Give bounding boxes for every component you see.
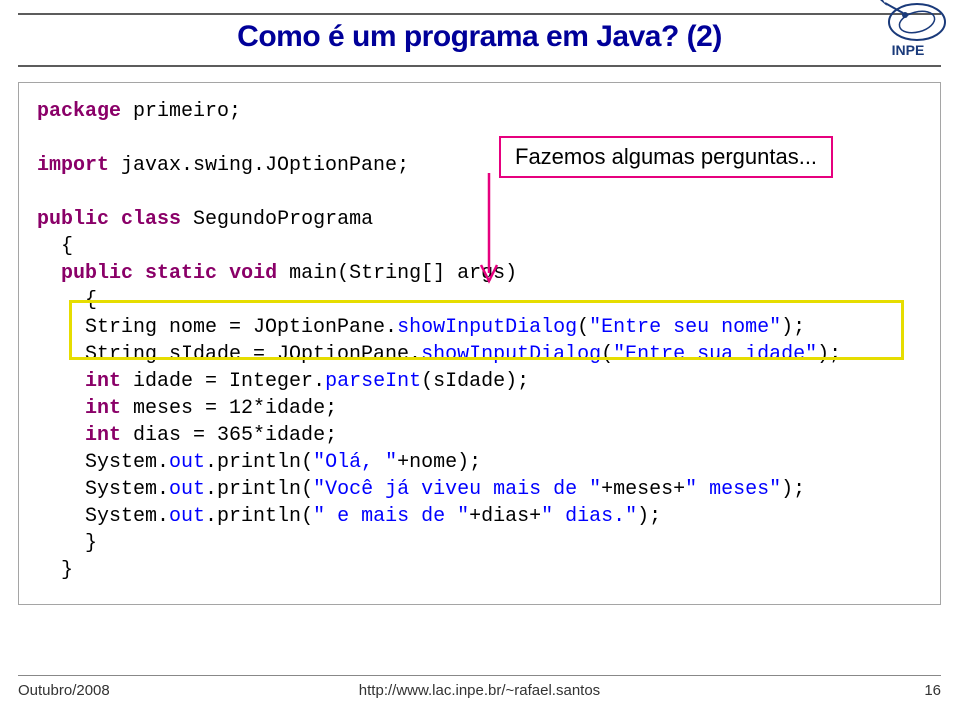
static-call: out	[169, 478, 205, 501]
code-text: );	[781, 316, 805, 339]
code-block: package primeiro; import javax.swing.JOp…	[18, 82, 941, 605]
footer: Outubro/2008 http://www.lac.inpe.br/~raf…	[18, 675, 941, 703]
code-text: {	[37, 289, 97, 312]
code-text: +meses+	[601, 478, 685, 501]
code-text: (sIdade);	[421, 370, 529, 393]
string-literal: "Entre seu nome"	[589, 316, 781, 339]
string-literal: " meses"	[685, 478, 781, 501]
keyword: int	[85, 424, 121, 447]
code-text: {	[37, 235, 73, 258]
string-literal: "Entre sua idade"	[613, 343, 817, 366]
code-text: );	[781, 478, 805, 501]
code-text: }	[37, 532, 97, 555]
string-literal: "Você já viveu mais de "	[313, 478, 601, 501]
keyword: import	[37, 154, 109, 177]
keyword: int	[85, 397, 121, 420]
string-literal: " dias."	[541, 505, 637, 528]
code-text: );	[817, 343, 841, 366]
keyword: class	[121, 208, 181, 231]
string-literal: " e mais de "	[313, 505, 469, 528]
code-text: String nome = JOptionPane.	[37, 316, 397, 339]
code-text: idade = Integer.	[121, 370, 325, 393]
code-text: (	[577, 316, 589, 339]
code-text: main(String[] args)	[277, 262, 517, 285]
keyword: public	[61, 262, 133, 285]
code-text: primeiro;	[121, 100, 241, 123]
static-call: out	[169, 505, 205, 528]
code-text: .println(	[205, 505, 313, 528]
annotation-text: Fazemos algumas perguntas...	[515, 144, 817, 169]
static-call: out	[169, 451, 205, 474]
title-underline	[18, 65, 941, 67]
code-text: dias = 365*idade;	[121, 424, 337, 447]
code-text: javax.swing.JOptionPane;	[109, 154, 409, 177]
static-call: showInputDialog	[421, 343, 601, 366]
code-text: (	[601, 343, 613, 366]
code-text: }	[37, 559, 73, 582]
code-text: );	[637, 505, 661, 528]
top-divider	[18, 13, 941, 15]
annotation-callout: Fazemos algumas perguntas...	[499, 136, 833, 178]
code-text: +dias+	[469, 505, 541, 528]
code-text: SegundoPrograma	[181, 208, 373, 231]
footer-url: http://www.lac.inpe.br/~rafael.santos	[18, 682, 941, 699]
code-text: System.	[37, 451, 169, 474]
code-text: System.	[37, 505, 169, 528]
static-call: showInputDialog	[397, 316, 577, 339]
keyword: static	[145, 262, 217, 285]
svg-text:INPE: INPE	[892, 42, 925, 58]
inpe-logo: INPE	[865, 0, 951, 60]
code-text: .println(	[205, 478, 313, 501]
code-text: String sIdade = JOptionPane.	[37, 343, 421, 366]
keyword: int	[85, 370, 121, 393]
code-text: +nome);	[397, 451, 481, 474]
code-text: System.	[37, 478, 169, 501]
keyword: void	[229, 262, 277, 285]
code-text: meses = 12*idade;	[121, 397, 337, 420]
footer-page-number: 16	[924, 682, 941, 699]
static-call: parseInt	[325, 370, 421, 393]
keyword: public	[37, 208, 109, 231]
string-literal: "Olá, "	[313, 451, 397, 474]
keyword: package	[37, 100, 121, 123]
slide-title: Como é um programa em Java? (2)	[0, 20, 959, 54]
code-text: .println(	[205, 451, 313, 474]
